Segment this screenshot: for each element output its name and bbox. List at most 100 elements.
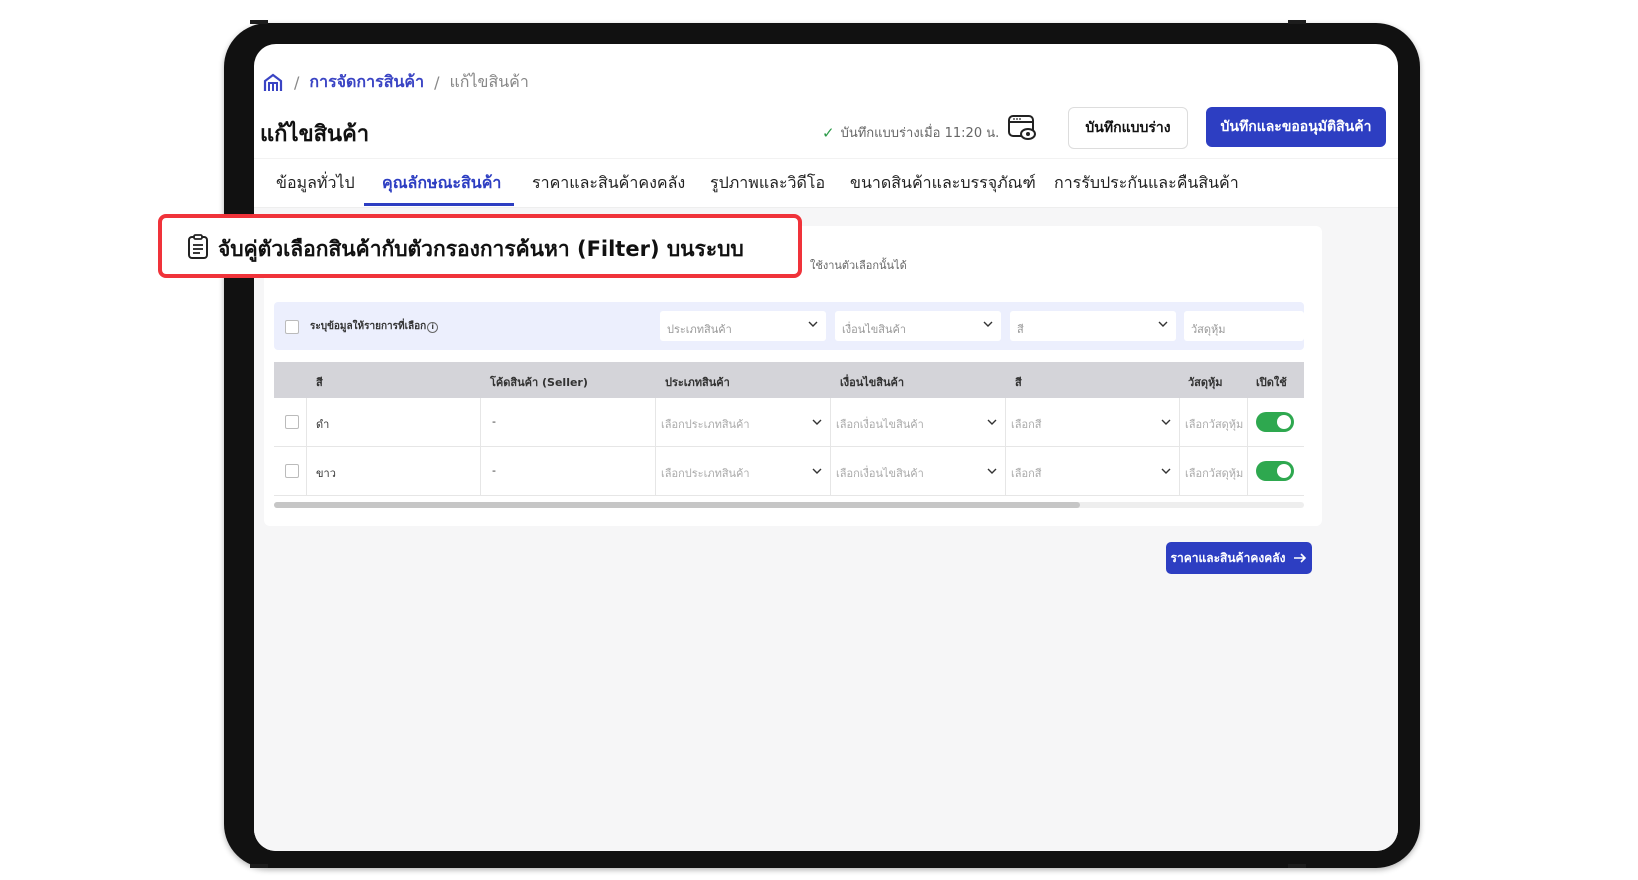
chevron-down-icon	[812, 419, 822, 425]
check-icon: ✓	[822, 123, 835, 142]
breadcrumb-current: แก้ไขสินค้า	[449, 72, 529, 91]
select-all-checkbox[interactable]	[285, 320, 299, 334]
row-material-select[interactable]: เลือกวัสดุหุ้ม	[1179, 398, 1248, 446]
breadcrumb-parent-link[interactable]: การจัดการสินค้า	[309, 70, 424, 95]
bulk-edit-label: ระบุข้อมูลให้รายการที่เลือก i	[310, 319, 439, 334]
row-material-placeholder: เลือกวัสดุหุ้ม	[1185, 467, 1244, 480]
tablet-screen: / การจัดการสินค้า / แก้ไขสินค้า แก้ไขสิน…	[254, 44, 1398, 851]
callout-title: จับคู่ตัวเลือกสินค้ากับตัวกรองการค้นหา (…	[218, 237, 744, 261]
color-cell: ขาว	[306, 447, 481, 495]
tab-images-video[interactable]: รูปภาพและวิดีโอ	[710, 171, 825, 196]
row-color: ดำ	[316, 418, 330, 431]
bulk-color-placeholder: สี	[1017, 323, 1024, 336]
row-material-placeholder: เลือกวัสดุหุ้ม	[1185, 418, 1244, 431]
row-color-placeholder: เลือกสี	[1011, 418, 1042, 431]
preview-button[interactable]	[1006, 112, 1038, 144]
save-and-submit-button[interactable]: บันทึกและขออนุมัติสินค้า	[1206, 107, 1386, 147]
chevron-down-icon	[1161, 419, 1171, 425]
row-seller-code: -	[492, 464, 496, 477]
header-color: สี	[316, 376, 323, 389]
active-tab-indicator	[364, 203, 514, 206]
chevron-down-icon	[1158, 321, 1168, 327]
row-select-cell	[274, 398, 307, 446]
breadcrumb-separator: /	[434, 73, 440, 92]
header-color-filter: สี	[1015, 376, 1022, 389]
row-checkbox[interactable]	[285, 415, 299, 429]
chevron-down-icon	[987, 419, 997, 425]
bulk-type-select[interactable]: ประเภทสินค้า	[660, 311, 826, 341]
header-product-type: ประเภทสินค้า	[665, 376, 730, 389]
code-cell: -	[480, 447, 656, 495]
row-color-select[interactable]: เลือกสี	[1005, 398, 1180, 446]
variant-table: สี โค้ดสินค้า (Seller) ประเภทสินค้า เงื่…	[274, 362, 1304, 504]
row-condition-select[interactable]: เลือกเงื่อนไขสินค้า	[830, 447, 1006, 495]
save-draft-button[interactable]: บันทึกแบบร่าง	[1068, 107, 1188, 149]
breadcrumb-separator: /	[294, 73, 300, 92]
row-material-select[interactable]: เลือกวัสดุหุ้ม	[1179, 447, 1248, 495]
scrollbar-thumb[interactable]	[274, 502, 1080, 508]
row-seller-code: -	[492, 415, 496, 428]
table-row: ดำ - เลือกประเภทสินค้า เลือกเงื่อนไขสินค…	[274, 398, 1304, 447]
table-horizontal-scrollbar[interactable]	[274, 502, 1304, 508]
tab-product-attributes[interactable]: คุณลักษณะสินค้า	[382, 171, 501, 196]
table-header: สี โค้ดสินค้า (Seller) ประเภทสินค้า เงื่…	[274, 362, 1304, 398]
row-type-placeholder: เลือกประเภทสินค้า	[661, 467, 750, 480]
row-color-select[interactable]: เลือกสี	[1005, 447, 1180, 495]
bulk-color-select[interactable]: สี	[1010, 311, 1176, 341]
chevron-down-icon	[983, 321, 993, 327]
tab-general-info[interactable]: ข้อมูลทั่วไป	[276, 171, 355, 196]
tablet-button-top-left	[250, 20, 268, 24]
page-title: แก้ไขสินค้า	[260, 122, 370, 147]
chevron-down-icon	[812, 468, 822, 474]
row-color-placeholder: เลือกสี	[1011, 467, 1042, 480]
tab-bar: ข้อมูลทั่วไป คุณลักษณะสินค้า ราคาและสินค…	[254, 158, 1398, 208]
code-cell: -	[480, 398, 656, 446]
chevron-down-icon	[987, 468, 997, 474]
tablet-button-top-right	[1288, 20, 1306, 24]
bulk-material-select[interactable]: วัสดุหุ้ม	[1184, 311, 1304, 341]
tab-warranty-return[interactable]: การรับประกันและคืนสินค้า	[1054, 171, 1239, 196]
header-material: วัสดุหุ้ม	[1188, 376, 1223, 389]
tablet-button-bottom-right	[1288, 864, 1306, 868]
callout-highlight-box: จับคู่ตัวเลือกสินค้ากับตัวกรองการค้นหา (…	[158, 214, 802, 278]
tab-size-packaging[interactable]: ขนาดสินค้าและบรรจุภัณฑ์	[850, 171, 1036, 196]
enable-toggle[interactable]	[1256, 461, 1294, 481]
section-note: ใช้งานตัวเลือกนั้นได้	[810, 259, 907, 272]
chevron-down-icon	[1161, 468, 1171, 474]
preview-icon	[1008, 115, 1036, 140]
bulk-edit-bar: ระบุข้อมูลให้รายการที่เลือก i ประเภทสินค้…	[274, 302, 1304, 350]
home-icon[interactable]	[262, 72, 284, 94]
row-type-select[interactable]: เลือกประเภทสินค้า	[655, 447, 831, 495]
next-step-label: ราคาและสินค้าคงคลัง	[1170, 550, 1286, 565]
next-step-button[interactable]: ราคาและสินค้าคงคลัง	[1166, 542, 1312, 574]
tab-price-stock[interactable]: ราคาและสินค้าคงคลัง	[532, 171, 685, 196]
color-cell: ดำ	[306, 398, 481, 446]
info-icon: i	[427, 322, 439, 333]
chevron-down-icon	[808, 321, 818, 327]
tablet-button-bottom-left	[250, 864, 268, 868]
row-condition-select[interactable]: เลือกเงื่อนไขสินค้า	[830, 398, 1006, 446]
clipboard-list-icon	[188, 234, 208, 259]
bulk-type-placeholder: ประเภทสินค้า	[667, 323, 732, 336]
header-enabled: เปิดใช้	[1256, 376, 1287, 389]
bulk-condition-placeholder: เงื่อนไขสินค้า	[842, 323, 907, 336]
enable-toggle[interactable]	[1256, 412, 1294, 432]
toggle-knob	[1277, 464, 1291, 478]
header-condition: เงื่อนไขสินค้า	[840, 376, 905, 389]
bulk-edit-label-text: ระบุข้อมูลให้รายการที่เลือก	[310, 321, 427, 332]
table-row: ขาว - เลือกประเภทสินค้า เลือกเงื่อนไขสิน…	[274, 447, 1304, 496]
row-condition-placeholder: เลือกเงื่อนไขสินค้า	[836, 418, 924, 431]
toggle-knob	[1277, 415, 1291, 429]
row-select-cell	[274, 447, 307, 495]
bulk-condition-select[interactable]: เงื่อนไขสินค้า	[835, 311, 1001, 341]
row-checkbox[interactable]	[285, 464, 299, 478]
row-condition-placeholder: เลือกเงื่อนไขสินค้า	[836, 467, 924, 480]
row-type-select[interactable]: เลือกประเภทสินค้า	[655, 398, 831, 446]
bulk-material-placeholder: วัสดุหุ้ม	[1191, 323, 1226, 336]
arrow-right-icon	[1294, 553, 1307, 563]
row-color: ขาว	[316, 467, 336, 480]
row-type-placeholder: เลือกประเภทสินค้า	[661, 418, 750, 431]
header-seller-code: โค้ดสินค้า (Seller)	[490, 376, 588, 389]
breadcrumb: / การจัดการสินค้า / แก้ไขสินค้า	[262, 70, 529, 95]
saved-status: ✓ บันทึกแบบร่างเมื่อ 11:20 น.	[822, 122, 999, 143]
